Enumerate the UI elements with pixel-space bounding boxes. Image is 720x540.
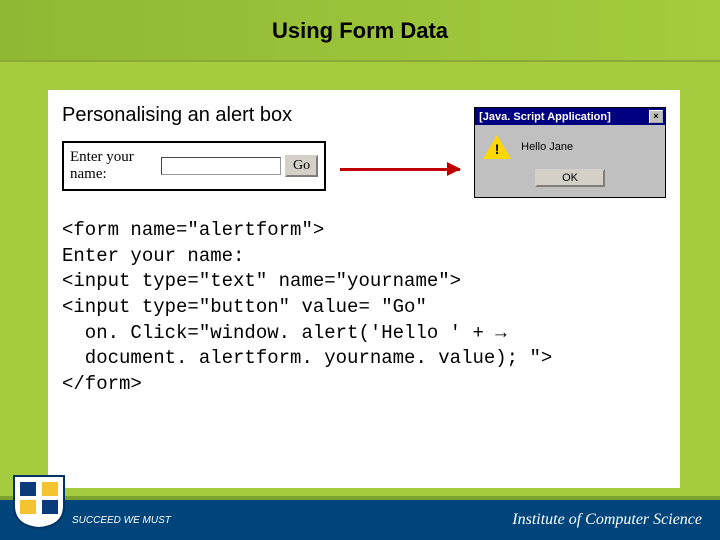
code-line: <form name="alertform"> xyxy=(62,219,324,241)
close-icon[interactable]: × xyxy=(649,110,663,123)
code-line: document. alertform. yourname. value); "… xyxy=(62,347,552,369)
alert-dialog: [Java. Script Application] × Hello Jane … xyxy=(474,107,666,198)
demo-row: Enter your name: Go [Java. Script Applic… xyxy=(62,141,666,198)
code-line: on. Click="window. alert('Hello ' + → xyxy=(62,322,507,344)
university-crest-icon xyxy=(12,472,66,530)
dialog-titlebar: [Java. Script Application] × xyxy=(475,108,665,125)
dialog-title-text: [Java. Script Application] xyxy=(479,111,611,123)
warning-icon xyxy=(483,135,511,159)
motto-text: SUCCEED WE MUST xyxy=(72,515,171,526)
go-button[interactable]: Go xyxy=(285,155,318,177)
code-line: <input type="button" value= "Go" xyxy=(62,296,427,318)
ok-button[interactable]: OK xyxy=(535,169,605,187)
form-label: Enter your name: xyxy=(70,149,157,183)
slide-footer: SUCCEED WE MUST Institute of Computer Sc… xyxy=(0,496,720,540)
code-line: <input type="text" name="yourname"> xyxy=(62,270,461,292)
code-block: <form name="alertform"> Enter your name:… xyxy=(62,218,666,397)
slide-title: Using Form Data xyxy=(272,18,448,44)
institute-name: Institute of Computer Science xyxy=(512,511,702,529)
slide-body: Personalising an alert box Enter your na… xyxy=(48,90,680,488)
code-line: Enter your name: xyxy=(62,245,244,267)
dialog-body: Hello Jane xyxy=(475,125,665,165)
arrow-icon xyxy=(340,153,460,187)
slide-header: Using Form Data xyxy=(0,0,720,62)
dialog-message: Hello Jane xyxy=(521,141,573,153)
dialog-footer: OK xyxy=(475,165,665,197)
code-line: </form> xyxy=(62,373,142,395)
form-demo-box: Enter your name: Go xyxy=(62,141,326,191)
name-input[interactable] xyxy=(161,157,281,175)
